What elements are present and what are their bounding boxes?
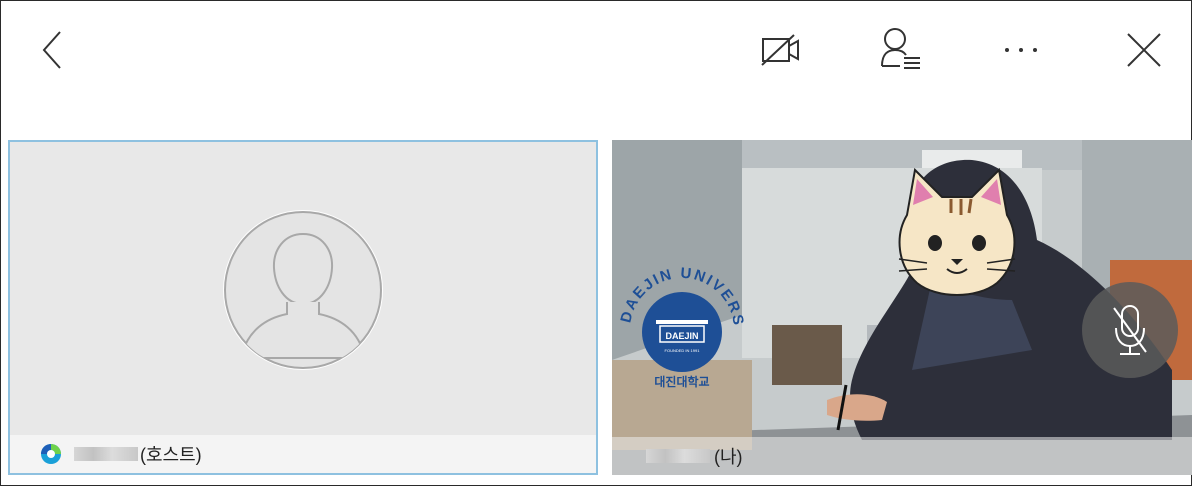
meeting-toolbar <box>0 0 1192 100</box>
participant-name-bar: (나) <box>612 437 1192 475</box>
participants-list-icon[interactable] <box>878 26 924 72</box>
webex-logo-icon <box>41 444 61 464</box>
host-label: (호스트) <box>140 445 202 465</box>
mic-muted-icon[interactable] <box>1080 280 1180 380</box>
svg-text:FOUNDED IN 1991: FOUNDED IN 1991 <box>665 348 701 353</box>
participant-tile-self[interactable]: DAEJIN UNIVERSITY DAEJIN FOUNDED IN 1991… <box>612 140 1192 475</box>
more-horizontal-icon[interactable] <box>1003 44 1039 56</box>
redacted-name <box>646 449 710 463</box>
video-off-icon[interactable] <box>760 32 804 68</box>
participant-tile-host[interactable]: (호스트) <box>8 140 598 475</box>
close-icon[interactable] <box>1124 30 1164 70</box>
chevron-left-icon[interactable] <box>38 28 66 72</box>
svg-text:DAEJIN: DAEJIN <box>665 331 698 341</box>
avatar-placeholder-icon <box>223 210 383 370</box>
university-logo: DAEJIN UNIVERSITY DAEJIN FOUNDED IN 1991… <box>612 260 745 389</box>
self-label: (나) <box>714 447 743 467</box>
participant-name-bar: (호스트) <box>10 435 596 473</box>
redacted-name <box>74 447 138 461</box>
svg-text:대진대학교: 대진대학교 <box>654 374 709 389</box>
